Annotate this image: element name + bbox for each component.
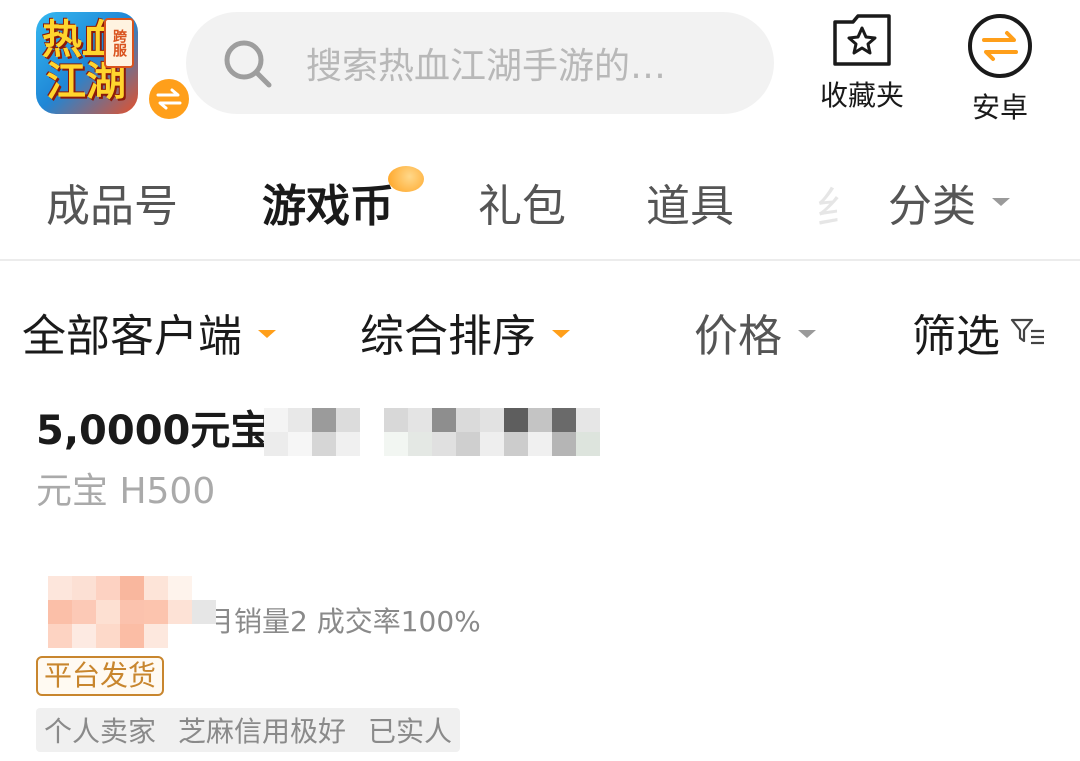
search-icon <box>224 40 272 88</box>
tag-credit-score: 芝麻信用极好 <box>178 715 347 748</box>
switch-icon[interactable] <box>146 76 192 122</box>
app-icon-art-bottom: 江湖 <box>46 58 126 105</box>
search-input[interactable]: 搜索热血江湖手游的… <box>186 12 774 114</box>
filter-button[interactable]: 筛选 <box>912 300 1046 364</box>
tab-items[interactable]: 道具 <box>646 170 734 234</box>
sort-dropdown[interactable]: 综合排序 <box>360 300 570 364</box>
app-icon-tile: 热血 江湖 跨服 <box>36 12 138 114</box>
tab-game-currency[interactable]: 游戏币 <box>262 170 394 234</box>
client-filter-label: 全部客户端 <box>22 311 242 362</box>
caret-down-icon <box>552 330 570 338</box>
filter-funnel-icon <box>1010 318 1044 345</box>
tag-verified: 已实人 <box>368 715 453 748</box>
favorites-label: 收藏夹 <box>819 79 904 112</box>
chevron-down-icon <box>992 198 1010 206</box>
app-icon-corner-label: 跨服 <box>104 18 134 68</box>
seller-stats: 月销量2 成交率100% <box>206 605 481 638</box>
listing-title: 5,0000元宝 <box>36 408 271 454</box>
favorites-folder-icon <box>833 14 891 66</box>
tabs-divider <box>0 259 1080 261</box>
redacted-seller-mosaic <box>48 576 192 648</box>
platform-label: 安卓 <box>971 91 1028 124</box>
caret-down-icon <box>258 330 276 338</box>
game-app-icon[interactable]: 热血 江湖 跨服 <box>36 12 192 122</box>
new-badge-dot <box>388 166 424 192</box>
tab-gift-packs[interactable]: 礼包 <box>478 170 566 234</box>
platform-shipping-badge: 平台发货 <box>36 656 165 696</box>
sort-label: 综合排序 <box>360 311 536 362</box>
platform-switch-button[interactable]: 安卓 <box>962 12 1038 126</box>
switch-platform-icon <box>968 14 1032 78</box>
price-label: 价格 <box>694 311 782 362</box>
seller-tags: 个人卖家 芝麻信用极好 已实人 <box>36 708 461 752</box>
tab-categories[interactable]: 分类 <box>888 170 1010 234</box>
client-filter-dropdown[interactable]: 全部客户端 <box>22 300 276 364</box>
redacted-text-mosaic <box>384 408 600 456</box>
price-sort-dropdown[interactable]: 价格 <box>694 300 816 364</box>
favorites-button[interactable]: 收藏夹 <box>816 12 908 114</box>
search-placeholder: 搜索热血江湖手游的… <box>306 46 667 87</box>
redacted-seller-edge <box>192 600 216 624</box>
tab-accounts[interactable]: 成品号 <box>46 170 178 234</box>
filter-label: 筛选 <box>912 311 1000 362</box>
listing-subtitle: 元宝 H500 <box>36 471 216 512</box>
tag-individual-seller: 个人卖家 <box>44 715 157 748</box>
redacted-text-mosaic <box>264 408 360 456</box>
tab-categories-label: 分类 <box>888 181 976 232</box>
tab-overflow-fade: 纟 <box>816 183 856 228</box>
caret-down-icon <box>798 330 816 338</box>
